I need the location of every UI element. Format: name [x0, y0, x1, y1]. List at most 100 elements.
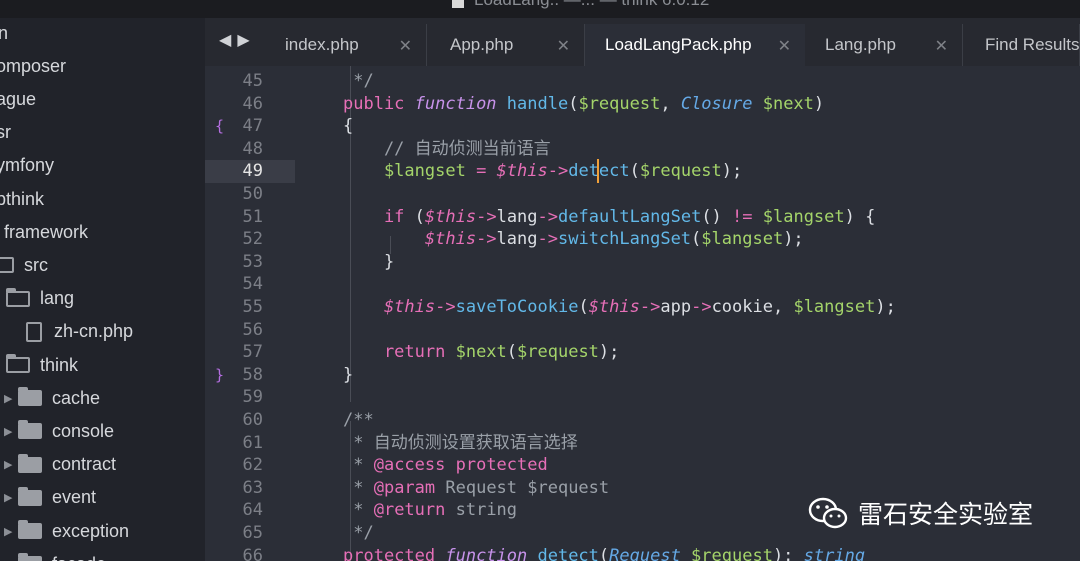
folder-icon — [18, 486, 42, 506]
code-line[interactable]: {47 { — [205, 115, 1080, 138]
fold-marker-icon[interactable]: } — [215, 364, 229, 387]
code-text: $this->saveToCookie($this->app->cookie, … — [343, 297, 896, 317]
tree-folder-item[interactable]: lang — [6, 284, 74, 314]
tree-folder-item[interactable]: ymfony — [0, 151, 54, 181]
file-tree-sidebar: n omposer ague sr ymfony pthink framework src la… — [0, 18, 205, 561]
wechat-icon — [808, 497, 848, 529]
line-number: 66 — [242, 545, 263, 561]
folder-open-icon — [6, 287, 30, 307]
code-line[interactable]: 54 — [205, 273, 1080, 296]
fold-marker-icon[interactable]: { — [215, 115, 229, 138]
tree-item-label: src — [24, 254, 48, 275]
tree-folder-item[interactable]: n — [0, 18, 8, 48]
code-text: $this->lang->switchLangSet($langset); — [343, 229, 804, 250]
code-editor[interactable]: 45 */46 public function handle($request, … — [205, 66, 1080, 561]
editor-tab[interactable]: Lang.php ✕ — [805, 24, 963, 66]
tree-folder-item[interactable]: ▶ exception — [4, 516, 129, 546]
editor-tab[interactable]: App.php ✕ — [430, 24, 585, 66]
line-number: 59 — [242, 387, 263, 408]
folder-open-icon — [6, 354, 30, 373]
close-tab-icon[interactable]: ✕ — [557, 36, 570, 56]
nav-back-icon[interactable]: ◀ — [219, 32, 237, 49]
code-line[interactable]: 61 * 自动侦测设置获取语言选择 — [205, 432, 1080, 455]
close-tab-icon[interactable]: ✕ — [399, 36, 412, 56]
line-number: 48 — [242, 138, 263, 159]
tree-item-label: cache — [52, 387, 101, 408]
code-line[interactable]: 59 — [205, 386, 1080, 409]
code-line[interactable]: 53 } — [205, 251, 1080, 274]
tab-nav-arrows[interactable]: ◀▶ — [219, 30, 256, 50]
editor-tab[interactable]: LoadLangPack.php ✕ — [585, 24, 805, 66]
tree-folder-item[interactable]: src — [0, 250, 48, 280]
tree-folder-item[interactable]: framework — [4, 217, 88, 247]
code-text: // 自动侦测当前语言 — [343, 138, 551, 159]
tab-label: Lang.php — [825, 35, 896, 54]
expand-arrow-icon[interactable]: ▶ — [4, 392, 18, 405]
tree-folder-item[interactable]: ▶ contract — [4, 450, 116, 480]
editor-tab[interactable]: index.php ✕ — [265, 24, 427, 66]
code-line[interactable]: 51 if ($this->lang->defaultLangSet() != … — [205, 206, 1080, 229]
tree-folder-item[interactable]: ▶ cache — [4, 383, 100, 413]
code-line[interactable]: 50 — [205, 183, 1080, 206]
tab-label: index.php — [285, 35, 359, 54]
line-number: 55 — [242, 297, 263, 317]
tree-file-item[interactable]: zh-cn.php — [26, 317, 133, 347]
tree-folder-item[interactable]: sr — [0, 118, 11, 148]
folder-icon — [18, 420, 42, 440]
expand-arrow-icon[interactable]: ▶ — [4, 525, 18, 538]
code-line[interactable]: 48 // 自动侦测当前语言 — [205, 138, 1080, 161]
tree-item-label: event — [52, 487, 97, 508]
code-text: $langset = $this->detect($request); — [343, 161, 743, 182]
expand-arrow-icon[interactable]: ▶ — [4, 425, 18, 438]
close-tab-icon[interactable]: ✕ — [778, 36, 791, 56]
tree-folder-item[interactable]: omposer — [0, 51, 66, 81]
tree-folder-item[interactable]: ▶ event — [4, 483, 96, 513]
code-line[interactable]: 66 protected function detect(Request $req… — [205, 545, 1080, 561]
code-line[interactable]: 46 public function handle($request, Closu… — [205, 93, 1080, 116]
expand-arrow-icon[interactable]: ▶ — [4, 458, 18, 471]
tree-item-label: exception — [52, 520, 130, 541]
tree-folder-item[interactable]: ▶ console — [4, 416, 114, 446]
code-line[interactable]: 52 $this->lang->switchLangSet($langset); — [205, 228, 1080, 251]
line-number: 54 — [242, 274, 263, 295]
tree-folder-item[interactable]: ague — [0, 84, 36, 114]
tree-item-label: omposer — [0, 55, 67, 76]
nav-forward-icon[interactable]: ▶ — [237, 32, 255, 49]
tab-label: App.php — [450, 35, 514, 54]
folder-icon — [18, 453, 42, 473]
line-number: 62 — [242, 455, 263, 476]
line-number: 60 — [242, 410, 263, 430]
line-number: 53 — [242, 251, 263, 272]
code-text: } — [343, 364, 354, 385]
tree-folder-item[interactable]: ▶facade — [4, 549, 106, 561]
close-tab-icon[interactable]: ✕ — [935, 36, 948, 56]
line-number: 57 — [242, 342, 263, 363]
code-text: */ — [343, 523, 374, 543]
watermark-text: 雷石安全实验室 — [858, 500, 1034, 529]
tree-folder-item[interactable]: think — [6, 350, 78, 380]
code-text: * 自动侦测设置获取语言选择 — [343, 432, 578, 453]
tree-item-label: ague — [0, 88, 37, 109]
code-line[interactable]: 60 /** — [205, 409, 1080, 432]
tree-folder-item[interactable]: pthink — [0, 184, 44, 214]
code-text: * @access protected — [343, 455, 548, 476]
file-icon — [26, 321, 42, 342]
code-line[interactable]: 57 return $next($request); — [205, 341, 1080, 364]
code-line[interactable]: 62 * @access protected — [205, 454, 1080, 477]
line-number: 58 — [242, 364, 263, 385]
tree-item-label: pthink — [0, 188, 45, 209]
code-line[interactable]: } 58} — [205, 364, 1080, 387]
code-line[interactable]: 55 $this->saveToCookie($this->app->cooki… — [205, 296, 1080, 319]
line-number: 63 — [242, 477, 263, 498]
code-line[interactable]: 49 $langset = $this->detect($request); — [205, 160, 1080, 183]
code-line[interactable]: 56 — [205, 319, 1080, 342]
expand-arrow-icon[interactable]: ▶ — [4, 491, 18, 504]
tree-item-label: lang — [40, 288, 75, 309]
window-title: LoadLang.. —... — think 6.0.12 — [474, 0, 709, 9]
tree-item-label: n — [0, 22, 9, 43]
editor-tab[interactable]: Find Results — [965, 24, 1080, 66]
tree-item-label: framework — [4, 221, 89, 242]
tree-item-label: facade — [52, 554, 106, 561]
window-titlebar: LoadLang.. —... — think 6.0.12 — [0, 0, 1080, 18]
code-line[interactable]: 45 */ — [205, 70, 1080, 93]
